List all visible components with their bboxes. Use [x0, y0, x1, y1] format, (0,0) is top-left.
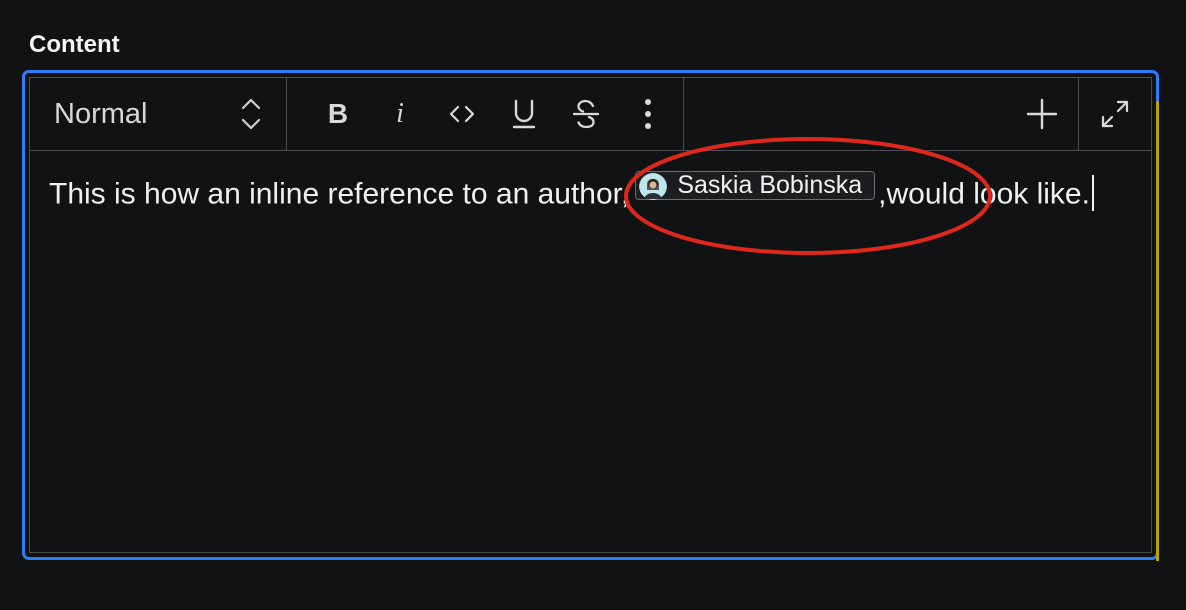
- user-avatar: [639, 172, 668, 200]
- strikethrough-button[interactable]: [555, 90, 617, 138]
- strikethrough-icon: [573, 99, 599, 129]
- italic-button[interactable]: i: [369, 90, 431, 138]
- field-label: Content: [29, 31, 120, 58]
- fullscreen-button[interactable]: [1079, 78, 1151, 150]
- updown-chevrons-icon: [241, 98, 261, 130]
- author-mention[interactable]: Saskia Bobinska: [635, 171, 876, 200]
- editor-toolbar: Normal B i: [30, 78, 1151, 151]
- insert-button[interactable]: [1006, 78, 1079, 150]
- more-options-button[interactable]: [617, 90, 679, 138]
- code-button[interactable]: [431, 90, 493, 138]
- underline-button[interactable]: [493, 90, 555, 138]
- content-text-before: This is how an inline reference to an au…: [49, 177, 630, 211]
- plus-icon: [1026, 98, 1058, 130]
- code-icon: [449, 105, 475, 123]
- format-buttons: B i: [287, 78, 684, 150]
- more-vertical-icon: [645, 99, 651, 129]
- text-cursor: [1091, 174, 1094, 211]
- block-style-select[interactable]: Normal: [30, 78, 287, 150]
- mention-name: Saskia Bobinska: [677, 171, 863, 199]
- expand-icon: [1101, 100, 1129, 128]
- bold-button[interactable]: B: [307, 90, 369, 138]
- content-text-after: ,would look like.: [878, 177, 1090, 211]
- rich-text-editor[interactable]: Normal B i This is how an inline referen…: [22, 70, 1159, 561]
- change-indicator: [1156, 101, 1159, 561]
- block-style-value: Normal: [54, 97, 148, 130]
- editor-body: Normal B i: [29, 77, 1152, 553]
- underline-icon: [512, 99, 536, 129]
- editor-content[interactable]: This is how an inline reference to an au…: [49, 171, 1126, 216]
